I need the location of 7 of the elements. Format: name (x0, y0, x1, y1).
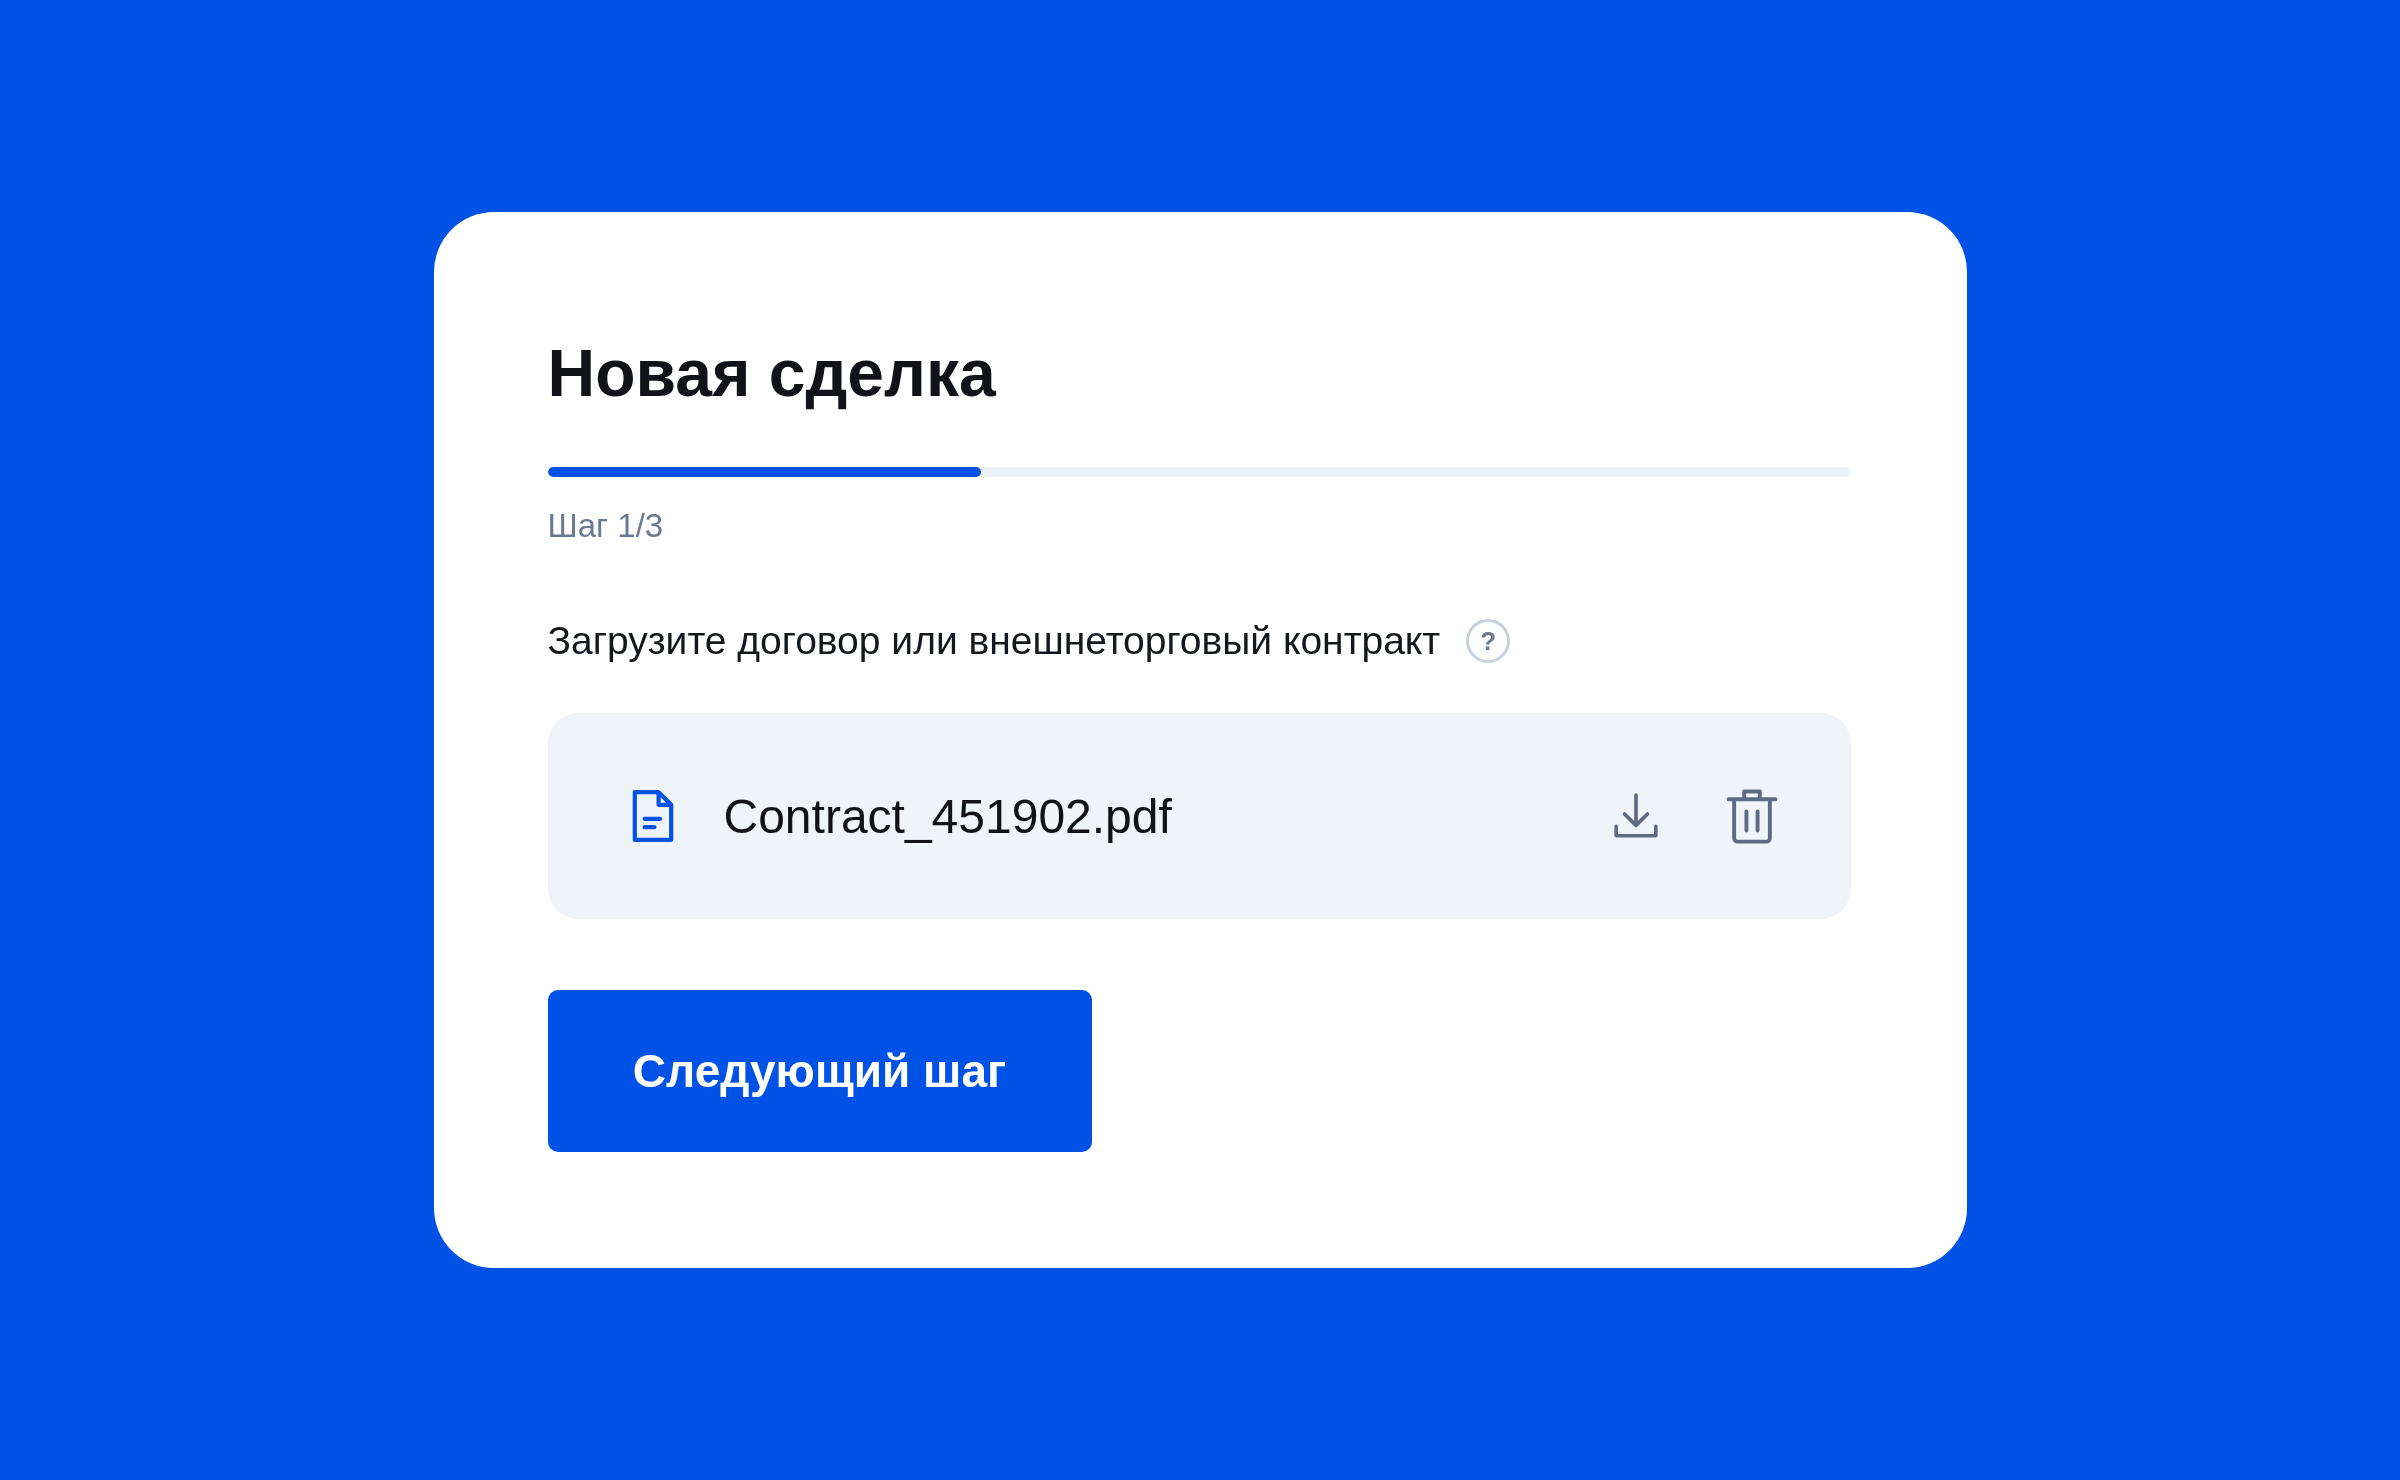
trash-icon[interactable] (1724, 787, 1779, 845)
file-name: Contract_451902.pdf (723, 788, 1173, 844)
upload-label: Загрузите договор или внешнеторговый контракт (547, 618, 1441, 664)
step-label: Шаг 1/3 (547, 506, 664, 546)
page-title: Новая сделка (547, 335, 996, 412)
next-step-button[interactable]: Следующий шаг (547, 990, 1092, 1152)
help-icon[interactable]: ? (1466, 619, 1511, 663)
